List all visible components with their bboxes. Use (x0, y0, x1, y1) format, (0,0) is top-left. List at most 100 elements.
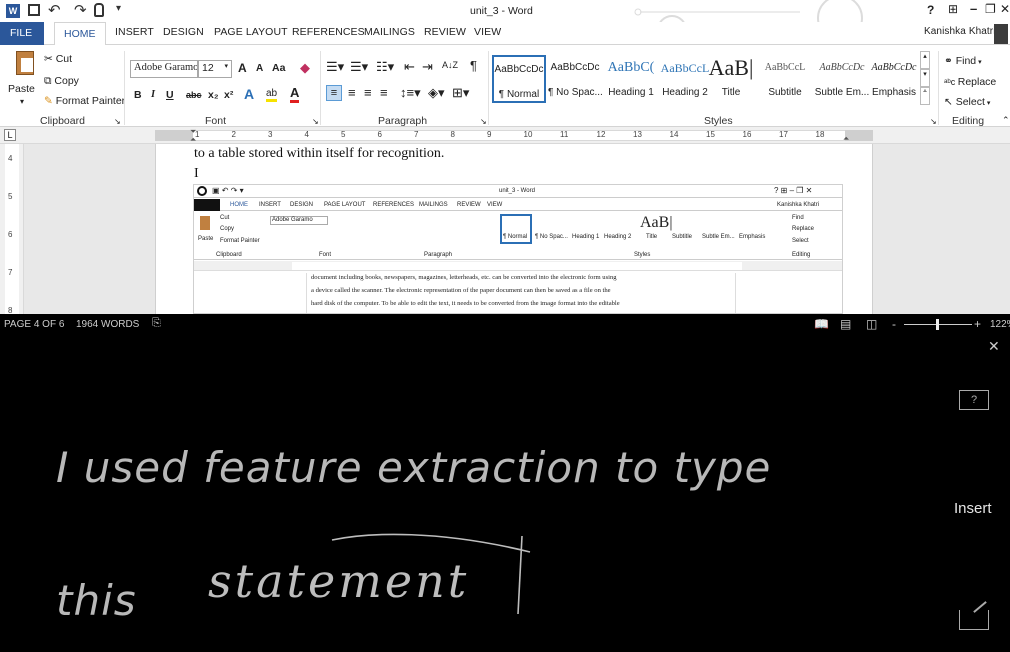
redo-icon[interactable]: ↷ (74, 1, 87, 19)
align-left-icon[interactable]: ≡ (326, 85, 342, 101)
line-spacing-icon[interactable]: ↕≡▾ (400, 85, 421, 101)
italic-button[interactable]: I (151, 89, 155, 100)
embedded-text-line-1: document including books, newspapers, ma… (311, 274, 617, 281)
styles-launcher-icon[interactable]: ↘ (930, 117, 937, 126)
zoom-out-button[interactable]: - (892, 317, 896, 331)
paste-button[interactable]: Paste ▾ (6, 49, 44, 109)
styles-scroll-down-icon[interactable]: ▾ (920, 69, 930, 87)
insert-button[interactable]: Insert (954, 500, 992, 517)
user-account[interactable]: Kanishka Khatri (924, 26, 996, 37)
embedded-paste-icon (200, 216, 210, 230)
tab-view[interactable]: VIEW (474, 26, 501, 38)
keyboard-mode-icon[interactable] (959, 601, 989, 630)
highlight-button[interactable]: ab (266, 87, 278, 102)
tab-page-layout[interactable]: PAGE LAYOUT (214, 26, 288, 38)
shrink-font-button[interactable]: A (256, 63, 263, 74)
web-layout-icon[interactable]: ◫ (866, 317, 877, 331)
close-panel-button[interactable]: ✕ (988, 338, 1000, 355)
grow-font-button[interactable]: A (238, 61, 247, 75)
style-subtle-emphasis[interactable]: AaBbCcDc Subtle Em... (814, 55, 870, 103)
style-subtitle[interactable]: AaBbCcL Subtitle (758, 55, 812, 103)
align-right-icon[interactable]: ≡ (364, 85, 372, 100)
proofing-icon[interactable]: ⎘ (152, 317, 161, 330)
save-icon[interactable] (28, 4, 40, 16)
tab-home[interactable]: HOME (54, 22, 106, 46)
style-title[interactable]: AaB| Title (704, 55, 758, 103)
user-avatar[interactable] (994, 24, 1008, 44)
sort-button[interactable]: A↓Z (442, 60, 458, 70)
collapse-ribbon-icon[interactable]: ⌃ (1002, 115, 1010, 126)
style-heading-1[interactable]: AaBbC(Heading 1 (604, 55, 658, 103)
superscript-button[interactable]: x² (224, 89, 233, 101)
justify-icon[interactable]: ≡ (380, 85, 388, 100)
borders-icon[interactable]: ⊞▾ (452, 85, 469, 101)
zoom-level[interactable]: 122% (990, 319, 1010, 330)
subscript-button[interactable]: x₂ (208, 89, 219, 101)
help-icon[interactable]: ? (959, 390, 989, 410)
ribbon-display-options-button[interactable]: ⊞ (948, 2, 958, 16)
shading-icon[interactable]: ◈▾ (428, 85, 445, 101)
handwriting-input-panel[interactable]: ✕ ? I used feature extraction to type th… (0, 336, 1010, 652)
tab-references[interactable]: REFERENCES (292, 26, 365, 38)
font-size-value: 12 (202, 62, 214, 74)
page-count[interactable]: PAGE 4 OF 6 (4, 319, 64, 330)
zoom-in-button[interactable]: + (974, 317, 981, 331)
decrease-indent-icon[interactable]: ⇤ (404, 59, 415, 75)
align-center-icon[interactable]: ≡ (348, 85, 356, 100)
tab-design[interactable]: DESIGN (163, 26, 204, 38)
cut-button[interactable]: ✂ Cut (44, 53, 72, 65)
copy-button[interactable]: ⧉ Copy (44, 75, 79, 88)
font-launcher-icon[interactable]: ↘ (312, 117, 319, 126)
format-painter-label: Format Painter (55, 95, 126, 107)
embedded-tab-page-layout: PAGE LAYOUT (324, 202, 366, 208)
show-marks-button[interactable]: ¶ (470, 58, 477, 73)
font-color-button[interactable]: A (290, 85, 300, 103)
bold-button[interactable]: B (134, 89, 142, 101)
read-mode-icon[interactable]: 📖 (814, 317, 829, 331)
minimize-button[interactable]: – (970, 1, 977, 16)
font-family-select[interactable]: Adobe Garamo (130, 60, 198, 78)
select-button[interactable]: ↖ Select ▾ (944, 96, 990, 108)
print-layout-icon[interactable]: ▤ (840, 317, 851, 331)
embedded-tab-view: VIEW (487, 202, 503, 208)
bullets-icon[interactable]: ☰▾ (326, 59, 344, 75)
embedded-style-no-spacing-label: ¶ No Spac... (535, 234, 568, 240)
style-emphasis[interactable]: AaBbCcDc Emphasis (870, 55, 918, 103)
underline-button[interactable]: U (166, 89, 174, 101)
change-case-button[interactable]: Aa (272, 62, 285, 74)
maximize-button[interactable]: ❐ (985, 2, 996, 16)
close-button[interactable]: ✕ (1000, 2, 1010, 16)
scissors-icon: ✂ (44, 53, 56, 65)
clear-formatting-icon[interactable]: ◆ (300, 60, 310, 76)
zoom-slider-thumb[interactable] (936, 319, 939, 330)
document-page[interactable]: to a table stored within itself for reco… (155, 144, 873, 314)
tab-selector-button[interactable]: L (4, 129, 16, 141)
style-no-spacing[interactable]: AaBbCcDc ¶ No Spac... (548, 55, 602, 103)
strikethrough-button[interactable]: abc (186, 90, 202, 100)
qat-customize-icon[interactable]: ▾ (116, 3, 121, 14)
vertical-ruler-number: 5 (8, 192, 13, 201)
tab-file[interactable]: FILE (0, 22, 44, 45)
multilevel-list-icon[interactable]: ☷▾ (376, 59, 394, 75)
font-size-select[interactable]: 12 ▾ (198, 60, 232, 78)
style-normal[interactable]: AaBbCcDc ¶ Normal (492, 55, 546, 103)
clipboard-launcher-icon[interactable]: ↘ (114, 117, 121, 126)
tab-review[interactable]: REVIEW (424, 26, 466, 38)
find-button[interactable]: ⚭ Find ▾ (944, 55, 982, 67)
word-count[interactable]: 1964 WORDS (76, 319, 139, 330)
replace-button[interactable]: ᵃᵇc Replace (944, 76, 996, 88)
help-button[interactable]: ? (927, 3, 934, 17)
tab-insert[interactable]: INSERT (115, 26, 154, 38)
text-effects-button[interactable]: A (244, 86, 254, 102)
format-painter-button[interactable]: ✎ Format Painter (44, 95, 125, 107)
undo-icon[interactable]: ↶ (48, 1, 61, 19)
numbering-icon[interactable]: ☰▾ (350, 59, 368, 75)
right-indent-marker-icon[interactable]: ⏶ (843, 134, 849, 144)
paragraph-launcher-icon[interactable]: ↘ (480, 117, 487, 126)
touch-mode-icon[interactable] (94, 3, 104, 17)
embedded-screenshot[interactable]: ▣ ↶ ↷ ▾ unit_3 - Word ? ⊞ – ❐ ✕ HOME INS… (193, 184, 843, 314)
tab-mailings[interactable]: MAILINGS (364, 26, 415, 38)
styles-more-icon[interactable]: ⩡ (920, 87, 930, 105)
styles-scroll-up-icon[interactable]: ▴ (920, 51, 930, 69)
increase-indent-icon[interactable]: ⇥ (422, 59, 433, 75)
